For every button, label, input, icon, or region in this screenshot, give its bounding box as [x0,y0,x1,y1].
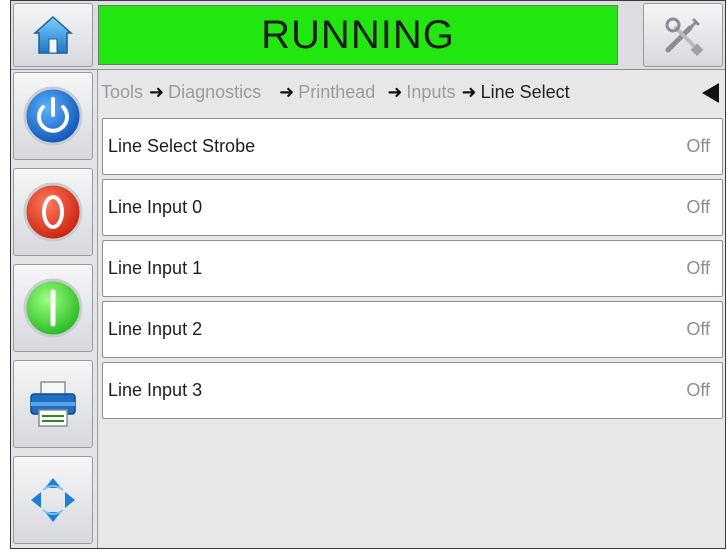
breadcrumb-arrow-icon: ➜ [149,81,165,102]
list-item-label: Line Input 2 [108,319,203,339]
breadcrumb-arrow-icon: ➜ [279,81,295,102]
list-item-line-select-strobe[interactable]: Line Select Strobe Off [102,118,723,175]
start-button[interactable] [13,264,93,352]
home-icon [14,4,92,66]
list-item-line-input-2[interactable]: Line Input 2 Off [102,301,723,358]
breadcrumb-inputs[interactable]: Inputs [406,82,455,103]
list-item-value: Off [686,258,710,278]
list-item-line-input-1[interactable]: Line Input 1 Off [102,240,723,297]
sidebar [11,70,98,548]
status-banner: RUNNING [98,5,618,65]
tools-icon [644,4,722,66]
breadcrumb-arrow-icon: ➜ [387,81,403,102]
list-item-label: Line Select Strobe [108,136,256,156]
tools-button[interactable] [643,3,723,67]
list-item-value: Off [686,380,710,400]
list-item-label: Line Input 1 [108,258,203,278]
list-item-value: Off [686,136,710,156]
navigation-arrows-icon [14,457,92,543]
stop-button[interactable] [13,168,93,256]
breadcrumb-diagnostics[interactable]: Diagnostics [168,82,261,103]
breadcrumb-tools[interactable]: Tools [101,82,143,103]
power-button[interactable] [13,72,93,160]
list-item-line-input-0[interactable]: Line Input 0 Off [102,179,723,236]
breadcrumb-line-select: Line Select [480,81,570,102]
list-item-value: Off [686,197,710,217]
app-window: RUNNING Tools ➜ Diagnostics ➜ Printhead … [10,0,726,549]
print-button[interactable] [13,360,93,448]
breadcrumb-arrow-icon: ➜ [461,81,477,102]
breadcrumb: Tools ➜ Diagnostics ➜ Printhead ➜ Inputs… [101,73,725,111]
navigate-button[interactable] [13,456,93,544]
list-item-label: Line Input 0 [108,197,203,217]
top-bar: RUNNING [11,1,725,70]
stop-icon [14,169,92,255]
breadcrumb-printhead[interactable]: Printhead [298,82,375,103]
back-arrow-icon[interactable] [702,83,719,103]
home-button[interactable] [13,3,93,67]
list-item-value: Off [686,319,710,339]
list-item-line-input-3[interactable]: Line Input 3 Off [102,362,723,419]
list-item-label: Line Input 3 [108,380,203,400]
printer-icon [14,361,92,447]
start-icon [14,265,92,351]
power-icon [14,73,92,159]
